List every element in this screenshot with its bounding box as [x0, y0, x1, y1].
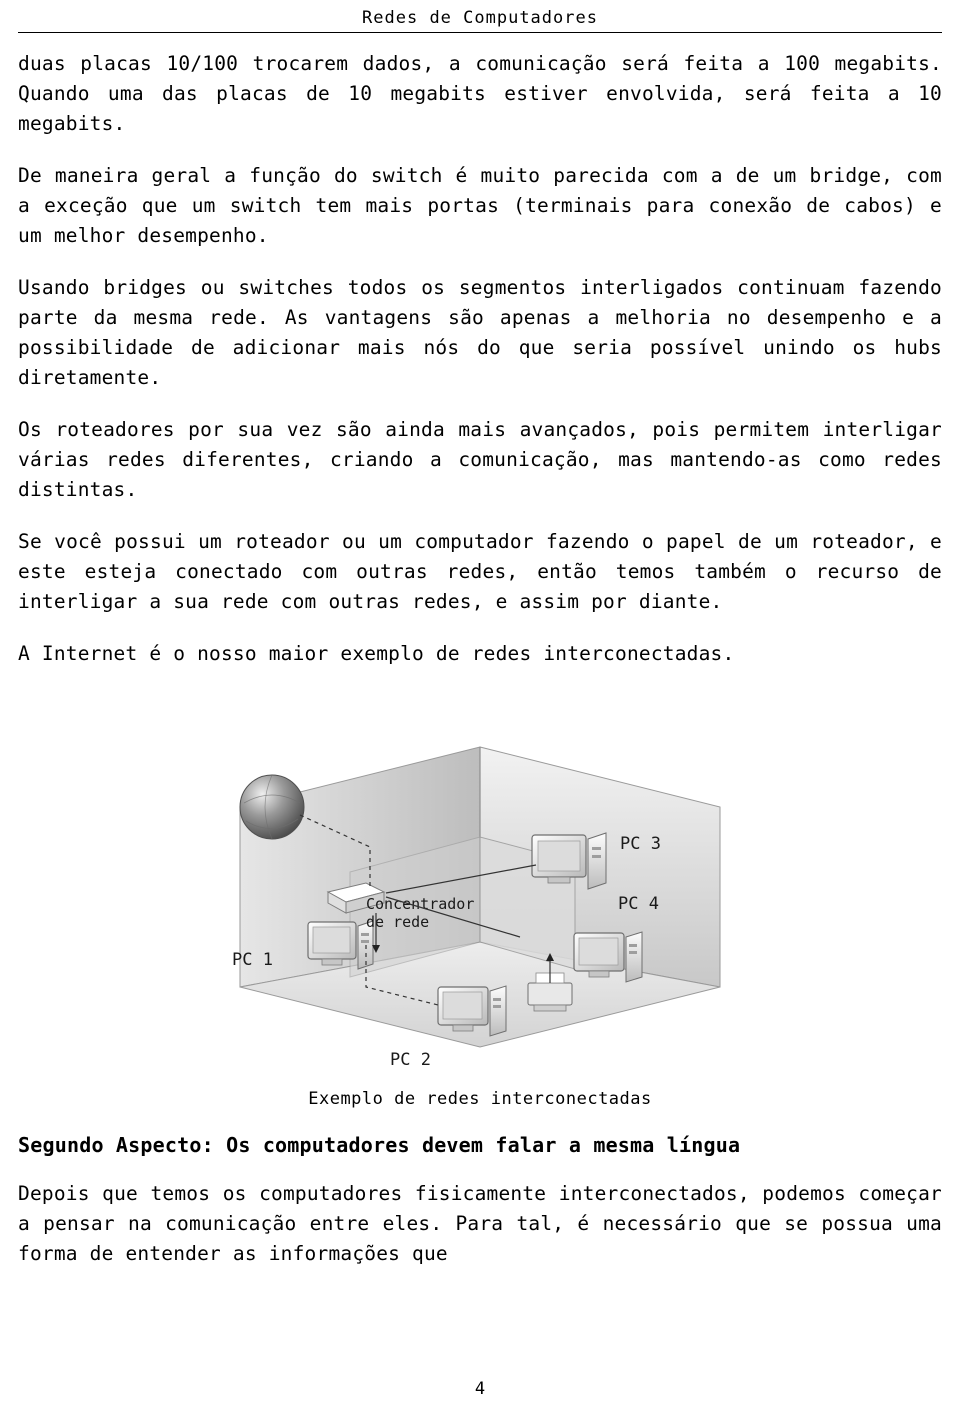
page-header-title: Redes de Computadores: [362, 8, 598, 28]
paragraph-3: Usando bridges ou switches todos os segm…: [18, 276, 942, 389]
page-number: 4: [474, 1379, 486, 1399]
paragraph-2: De maneira geral a função do switch é mu…: [18, 164, 942, 247]
network-diagram-svg: PC 3 PC 4 PC 1 PC 2 Concentrador de rede: [232, 746, 721, 1070]
pc2-label: PC 2: [390, 1050, 431, 1070]
paragraph-4: Os roteadores por sua vez são ainda mais…: [18, 418, 942, 501]
pc4-label: PC 4: [618, 894, 659, 914]
network-diagram-figure: PC 3 PC 4 PC 1 PC 2 Concentrador de rede: [18, 687, 942, 1087]
hub-label-line1: Concentrador: [366, 895, 474, 913]
figure-caption: Exemplo de redes interconectadas: [308, 1089, 652, 1109]
pc1-label: PC 1: [232, 950, 273, 970]
paragraph-6: A Internet é o nosso maior exemplo de re…: [18, 642, 735, 665]
document-page: Redes de Computadores duas placas 10/100…: [0, 0, 960, 1409]
pc3-label: PC 3: [620, 834, 661, 854]
section-heading: Segundo Aspecto: Os computadores devem f…: [18, 1133, 741, 1157]
section-paragraph: Depois que temos os computadores fisicam…: [18, 1182, 942, 1265]
paragraph-5: Se você possui um roteador ou um computa…: [18, 530, 942, 613]
header-divider: [18, 32, 942, 33]
globe-icon: [239, 774, 305, 840]
paragraph-1: duas placas 10/100 trocarem dados, a com…: [18, 52, 942, 135]
